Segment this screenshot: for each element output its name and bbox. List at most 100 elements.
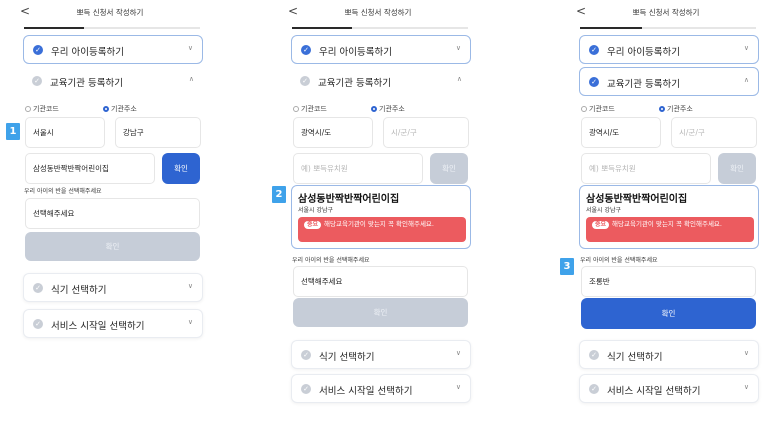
section-child-label: 우리 아이등록하기 xyxy=(319,47,392,58)
section-institution[interactable]: ✓ 교육기관 등록하기 ∧ xyxy=(23,67,203,96)
warning-text: 해당교육기관이 맞는지 꼭 확인해주세요. xyxy=(324,220,434,228)
section-meal-label: 식기 선택하기 xyxy=(51,285,107,296)
section-meal[interactable]: ✓ 식기 선택하기 ∨ xyxy=(291,340,471,369)
confirm-button[interactable]: 확인 xyxy=(293,298,468,327)
chevron-down-icon: ∨ xyxy=(187,282,193,290)
class-select[interactable]: 조롱반 xyxy=(581,266,756,297)
check-icon: ✓ xyxy=(33,283,43,293)
section-child-label: 우리 아이등록하기 xyxy=(51,47,124,58)
progress-bar xyxy=(24,27,200,29)
district-select[interactable]: 강남구 xyxy=(115,117,201,148)
screen-step-1: < 뽀득 신청서 작성하기 ✓ 우리 아이등록하기 ∨ ✓ 교육기관 등록하기 … xyxy=(6,0,203,423)
check-icon: ✓ xyxy=(301,384,311,394)
confirm-button[interactable]: 확인 xyxy=(581,298,756,329)
chevron-down-icon: ∨ xyxy=(187,318,193,326)
result-name: 삼성동반짝반짝어린이집 xyxy=(586,194,688,205)
class-label: 우리 아이의 반을 선택해주세요 xyxy=(580,257,658,264)
radio-code[interactable]: 기관코드 xyxy=(293,104,327,114)
result-address: 서울시 강남구 xyxy=(586,207,622,214)
check-icon: ✓ xyxy=(300,76,310,86)
result-address: 서울시 강남구 xyxy=(298,207,334,214)
page-title: 뽀득 신청서 작성하기 xyxy=(76,8,144,17)
check-icon: ✓ xyxy=(33,45,43,55)
section-service[interactable]: ✓ 서비스 시작일 선택하기 ∨ xyxy=(579,374,759,403)
progress-fill xyxy=(24,27,84,29)
city-select[interactable]: 광역시/도 xyxy=(293,117,373,148)
city-select[interactable]: 서울시 xyxy=(25,117,105,148)
section-child[interactable]: ✓ 우리 아이등록하기 ∨ xyxy=(23,35,203,64)
chevron-up-icon: ∧ xyxy=(188,75,194,83)
check-icon: ✓ xyxy=(589,350,599,360)
chevron-down-icon: ∨ xyxy=(743,383,749,391)
section-service-label: 서비스 시작일 선택하기 xyxy=(607,386,701,397)
search-input[interactable]: 예) 뽀득유치원 xyxy=(293,153,423,184)
chevron-down-icon: ∨ xyxy=(455,44,461,52)
section-institution[interactable]: ✓ 교육기관 등록하기 ∧ xyxy=(291,67,471,96)
section-service-label: 서비스 시작일 선택하기 xyxy=(51,321,145,332)
screen-step-2: < 뽀득 신청서 작성하기 ✓ 우리 아이등록하기 ∨ ✓ 교육기관 등록하기 … xyxy=(272,0,471,423)
section-service-label: 서비스 시작일 선택하기 xyxy=(319,386,413,397)
confirm-button[interactable]: 확인 xyxy=(25,232,200,261)
section-meal-label: 식기 선택하기 xyxy=(319,352,375,363)
search-confirm-button[interactable]: 확인 xyxy=(430,153,468,184)
city-select[interactable]: 광역시/도 xyxy=(581,117,661,148)
progress-bar xyxy=(580,27,756,29)
class-label: 우리 아이의 반을 선택해주세요 xyxy=(292,257,370,264)
check-icon: ✓ xyxy=(589,384,599,394)
section-meal-label: 식기 선택하기 xyxy=(607,352,663,363)
page-title: 뽀득 신청서 작성하기 xyxy=(344,8,412,17)
section-institution-label: 교육기관 등록하기 xyxy=(50,78,123,89)
step-badge: 1 xyxy=(6,123,20,140)
section-meal[interactable]: ✓ 식기 선택하기 ∨ xyxy=(23,273,203,302)
warning-tag: 중요 xyxy=(592,221,610,229)
chevron-down-icon: ∨ xyxy=(743,349,749,357)
radio-address[interactable]: 기관주소 xyxy=(103,104,137,114)
search-confirm-button[interactable]: 확인 xyxy=(162,153,200,184)
search-confirm-button[interactable]: 확인 xyxy=(718,153,756,184)
warning-banner: 중요 해당교육기관이 맞는지 꼭 확인해주세요. xyxy=(298,217,466,242)
section-institution-label: 교육기관 등록하기 xyxy=(607,79,680,90)
check-icon: ✓ xyxy=(589,45,599,55)
class-select[interactable]: 선택해주세요 xyxy=(293,266,468,297)
chevron-down-icon: ∨ xyxy=(187,44,193,52)
section-meal[interactable]: ✓ 식기 선택하기 ∨ xyxy=(579,340,759,369)
section-service[interactable]: ✓ 서비스 시작일 선택하기 ∨ xyxy=(23,309,203,338)
warning-banner: 중요 해당교육기관이 맞는지 꼭 확인해주세요. xyxy=(586,217,754,242)
radio-code[interactable]: 기관코드 xyxy=(25,104,59,114)
chevron-down-icon: ∨ xyxy=(455,383,461,391)
check-icon: ✓ xyxy=(32,76,42,86)
district-select[interactable]: 시/군/구 xyxy=(671,117,757,148)
radio-address[interactable]: 기관주소 xyxy=(371,104,405,114)
search-input[interactable]: 예) 뽀득유치원 xyxy=(581,153,711,184)
check-icon: ✓ xyxy=(33,319,43,329)
step-badge: 3 xyxy=(560,258,574,275)
page-title: 뽀득 신청서 작성하기 xyxy=(632,8,700,17)
institution-result-card[interactable]: 삼성동반짝반짝어린이집 서울시 강남구 중요 해당교육기관이 맞는지 꼭 확인해주… xyxy=(579,185,759,249)
section-child[interactable]: ✓ 우리 아이등록하기 ∨ xyxy=(579,35,759,64)
check-icon: ✓ xyxy=(589,77,599,87)
section-service[interactable]: ✓ 서비스 시작일 선택하기 ∨ xyxy=(291,374,471,403)
progress-bar xyxy=(292,27,468,29)
institution-result-card[interactable]: 삼성동반짝반짝어린이집 서울시 강남구 중요 해당교육기관이 맞는지 꼭 확인해주… xyxy=(291,185,471,249)
progress-fill xyxy=(292,27,352,29)
header: < 뽀득 신청서 작성하기 xyxy=(286,0,470,29)
result-name: 삼성동반짝반짝어린이집 xyxy=(298,194,400,205)
section-child[interactable]: ✓ 우리 아이등록하기 ∨ xyxy=(291,35,471,64)
class-select[interactable]: 선택해주세요 xyxy=(25,198,200,229)
radio-address[interactable]: 기관주소 xyxy=(659,104,693,114)
section-institution[interactable]: ✓ 교육기관 등록하기 ∧ xyxy=(579,67,759,96)
check-icon: ✓ xyxy=(301,45,311,55)
check-icon: ✓ xyxy=(301,350,311,360)
header: < 뽀득 신청서 작성하기 xyxy=(18,0,202,29)
warning-tag: 중요 xyxy=(304,221,322,229)
radio-code[interactable]: 기관코드 xyxy=(581,104,615,114)
warning-text: 해당교육기관이 맞는지 꼭 확인해주세요. xyxy=(612,220,722,228)
section-institution-label: 교육기관 등록하기 xyxy=(318,78,391,89)
chevron-up-icon: ∧ xyxy=(456,75,462,83)
step-badge: 2 xyxy=(272,186,286,203)
search-input[interactable]: 삼성동반짝반짝어린이집 xyxy=(25,153,155,184)
district-select[interactable]: 시/군/구 xyxy=(383,117,469,148)
chevron-down-icon: ∨ xyxy=(743,44,749,52)
chevron-down-icon: ∨ xyxy=(455,349,461,357)
screen-step-3: < 뽀득 신청서 작성하기 ✓ 우리 아이등록하기 ∨ ✓ 교육기관 등록하기 … xyxy=(560,0,759,423)
